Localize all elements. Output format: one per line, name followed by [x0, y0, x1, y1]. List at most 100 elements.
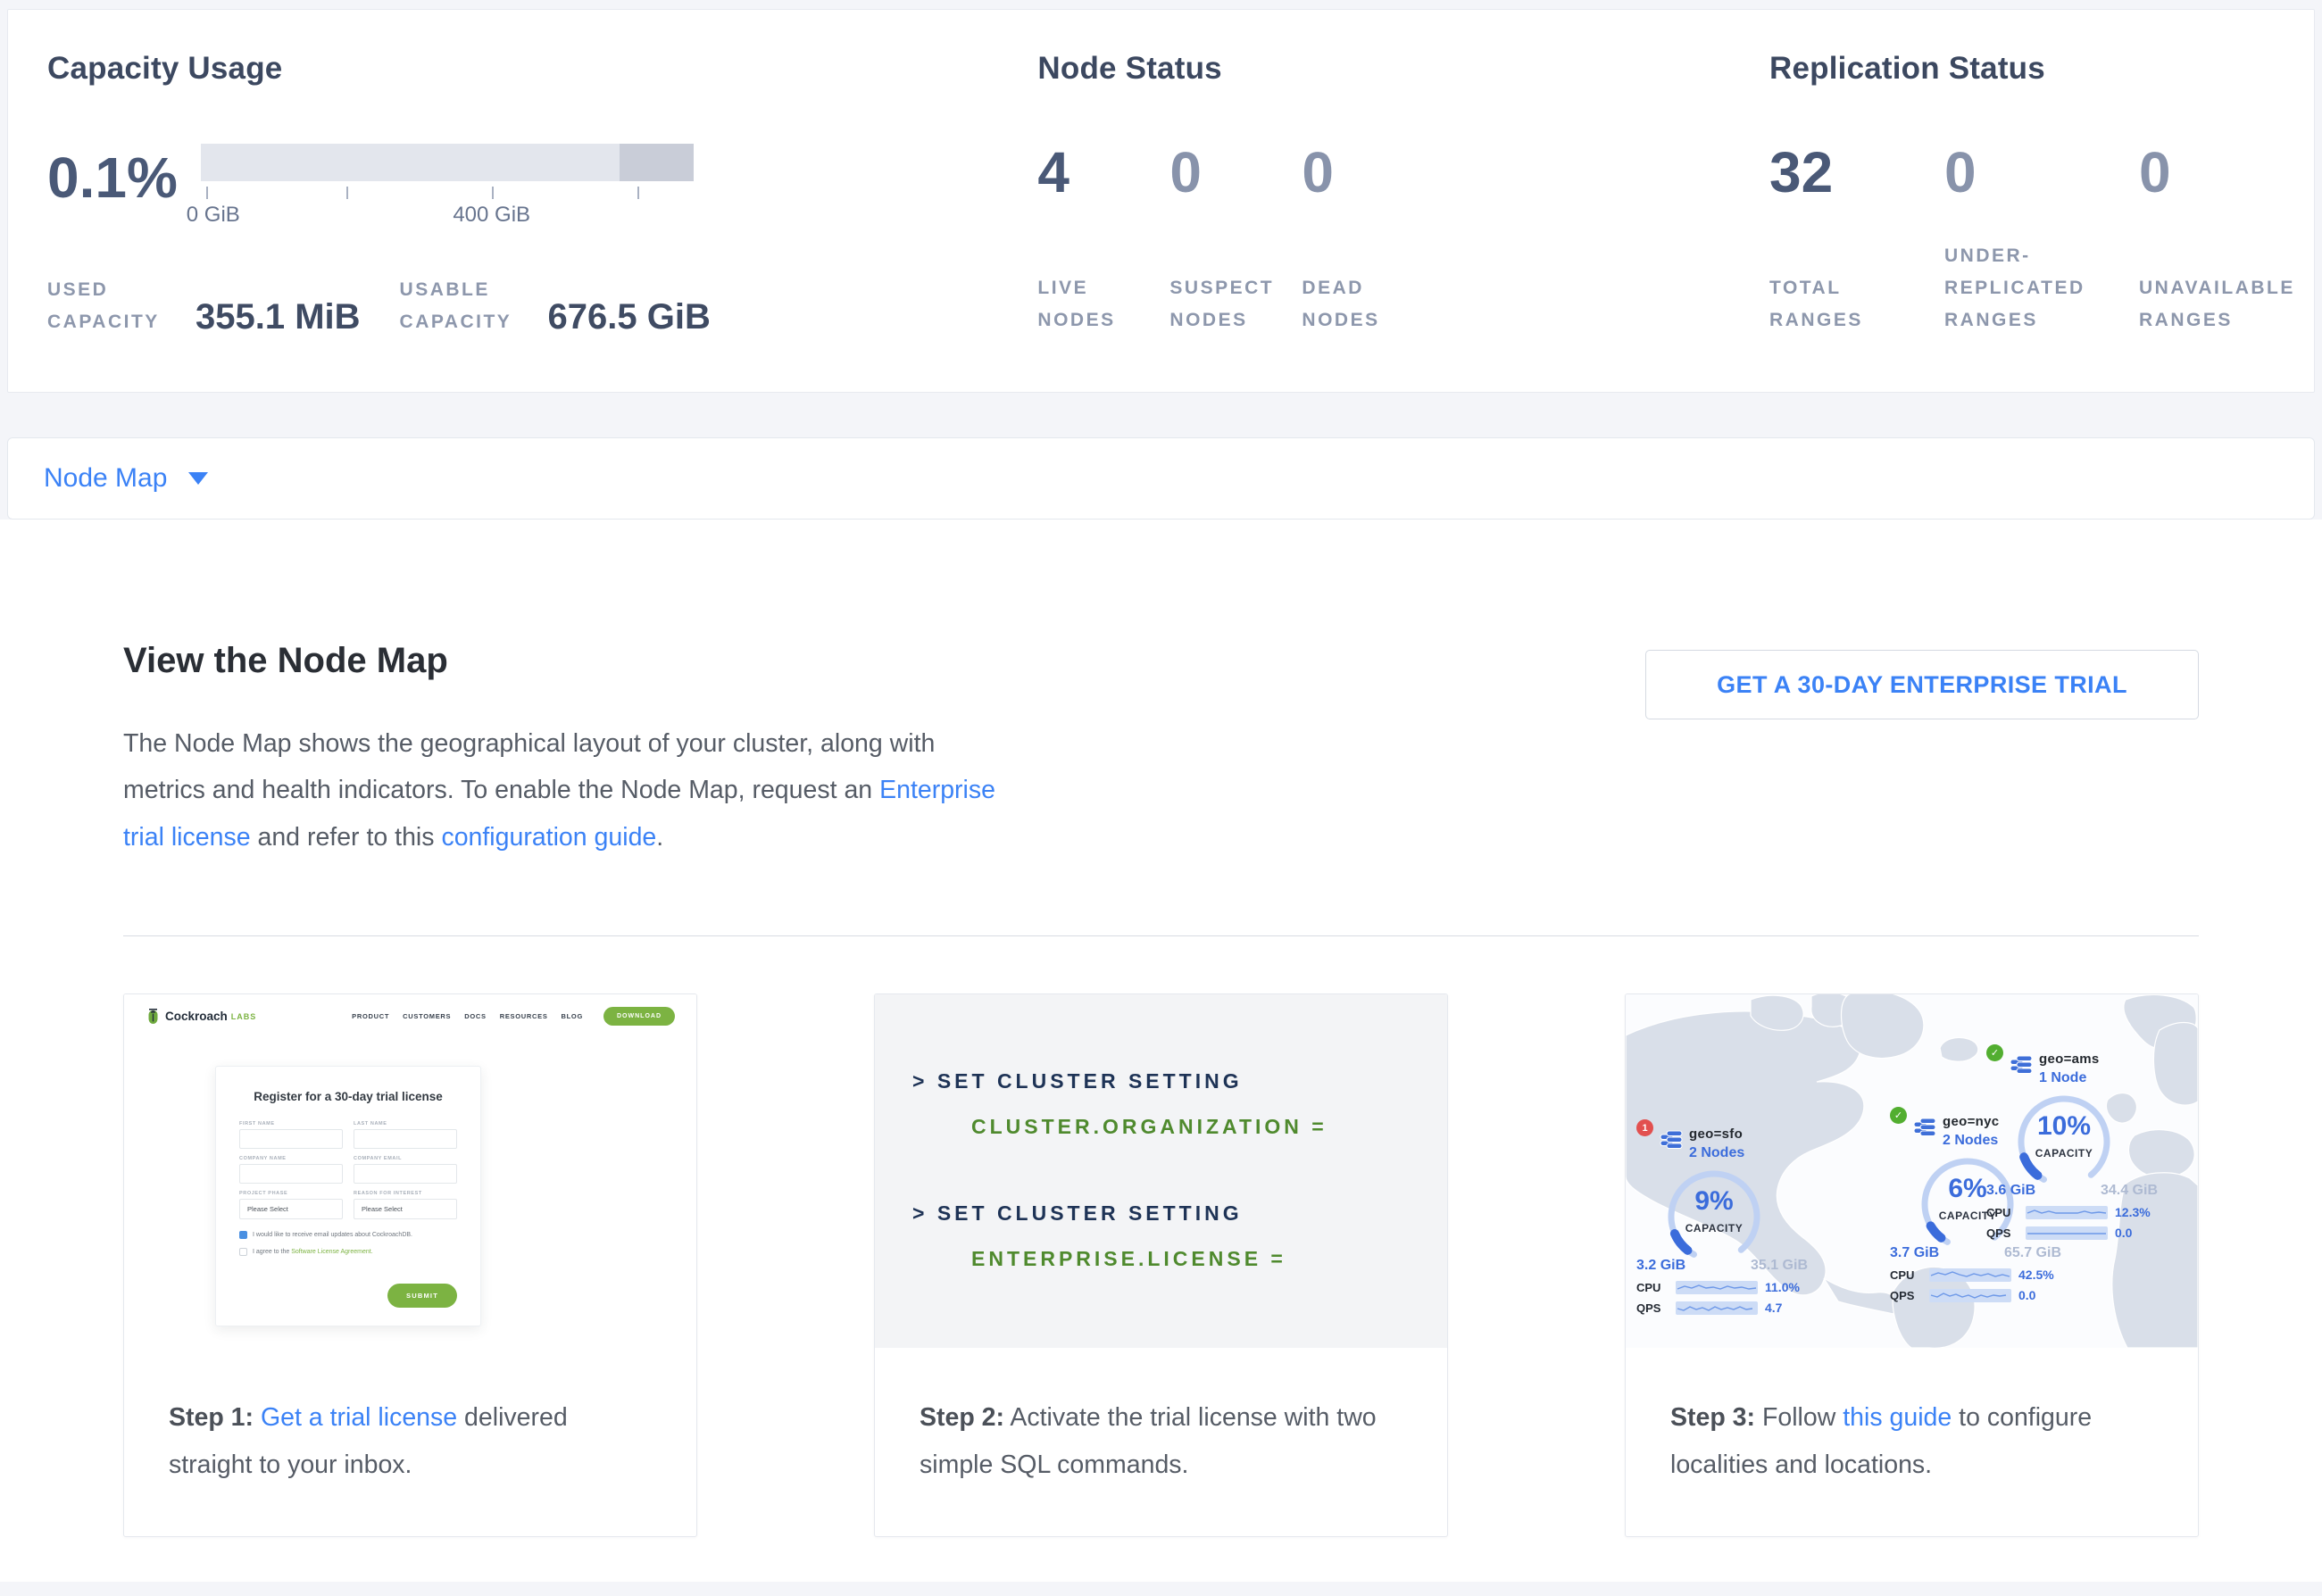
tick-label-400gib: 400 GiB	[453, 203, 530, 228]
total-ranges-value: 32	[1769, 144, 1944, 201]
capacity-bar	[201, 144, 694, 181]
cockroach-bug-icon	[146, 1008, 161, 1025]
project-phase-select: Please Select	[239, 1199, 343, 1219]
step2-caption: Step 2: Activate the trial license with …	[875, 1348, 1447, 1536]
sql-command: > SET CLUSTER SETTING	[912, 1069, 1447, 1093]
step-prefix: Step 3:	[1670, 1403, 1755, 1432]
locality-widget-sfo: 1 geo=sfo 2 Nodes	[1636, 1126, 1815, 1315]
node-map-selector[interactable]: Node Map	[7, 437, 2315, 520]
cpu-label: CPU	[1986, 1206, 2018, 1219]
suspect-nodes-value: 0	[1169, 144, 1302, 201]
last-name-field	[354, 1129, 457, 1149]
reason-for-interest-select: Please Select	[354, 1199, 457, 1219]
cpu-label: CPU	[1636, 1281, 1669, 1294]
step3-card: 1 geo=sfo 2 Nodes	[1625, 993, 2199, 1537]
description-text: The Node Map shows the geographical layo…	[123, 729, 935, 804]
field-label: COMPANY EMAIL	[354, 1156, 457, 1161]
capacity-percent: 9%	[1647, 1186, 1781, 1217]
field-label: PROJECT PHASE	[239, 1191, 343, 1196]
field-label: LAST NAME	[354, 1121, 457, 1126]
description-text: and refer to this	[251, 823, 442, 852]
capacity-percent: 10%	[1997, 1111, 2131, 1142]
configuration-guide-link[interactable]: configuration guide	[441, 823, 656, 852]
cpu-value: 42.5%	[2018, 1268, 2054, 1282]
brand-suffix: LABS	[231, 1012, 257, 1021]
dead-nodes-stat: 0 DEAD NODES	[1302, 144, 1434, 337]
used-capacity-label: USED CAPACITY	[47, 274, 183, 338]
step3-caption: Step 3: Follow this guide to configure l…	[1626, 1348, 2198, 1536]
used-capacity: USED CAPACITY 355.1 MiB	[47, 274, 361, 338]
sql-command: > SET CLUSTER SETTING	[912, 1201, 1447, 1226]
registration-form-screenshot: Cockroach LABS PRODUCT CUSTOMERS DOCS RE…	[124, 994, 696, 1348]
mini-site-nav: PRODUCT CUSTOMERS DOCS RESOURCES BLOG DO…	[352, 1007, 675, 1026]
get-trial-license-link[interactable]: Get a trial license	[261, 1403, 457, 1432]
nav-item: BLOG	[562, 1012, 583, 1020]
unavailable-ranges-value: 0	[2139, 144, 2314, 201]
node-map-preview: 1 geo=sfo 2 Nodes	[1626, 994, 2198, 1348]
node-map-description: The Node Map shows the geographical layo…	[123, 720, 1007, 860]
under-replicated-ranges-value: 0	[1944, 144, 2139, 201]
qps-label: QPS	[1986, 1226, 2018, 1240]
usable-capacity-label: USABLE CAPACITY	[400, 274, 536, 338]
tick-label-0gib: 0 GiB	[187, 203, 240, 228]
nav-item: DOCS	[464, 1012, 486, 1020]
submit-pill-button: SUBMIT	[387, 1284, 457, 1308]
license-agreement-checkbox	[239, 1248, 247, 1256]
cpu-sparkline	[2026, 1206, 2108, 1219]
qps-label: QPS	[1890, 1289, 1922, 1302]
live-nodes-stat: 4 LIVE NODES	[1037, 144, 1169, 337]
node-map-selector-label: Node Map	[44, 463, 167, 494]
qps-sparkline	[1676, 1301, 1758, 1315]
dead-nodes-label: DEAD NODES	[1302, 272, 1418, 337]
email-updates-checkbox	[239, 1231, 247, 1239]
chevron-down-icon	[188, 472, 208, 485]
unavailable-ranges-stat: 0 UNAVAILABLE RANGES	[2139, 144, 2314, 337]
download-pill-button: DOWNLOAD	[603, 1007, 675, 1026]
field-label: REASON FOR INTEREST	[354, 1191, 457, 1196]
locality-name: geo=sfo	[1689, 1126, 1743, 1142]
form-title: Register for a 30-day trial license	[239, 1090, 457, 1103]
usable-capacity: USABLE CAPACITY 676.5 GiB	[400, 274, 711, 338]
this-guide-link[interactable]: this guide	[1843, 1403, 1952, 1432]
usable-capacity-value: 676.5 GiB	[548, 299, 711, 335]
step1-card: Cockroach LABS PRODUCT CUSTOMERS DOCS RE…	[123, 993, 697, 1537]
qps-sparkline	[2026, 1226, 2108, 1240]
qps-value: 4.7	[1765, 1301, 1782, 1315]
get-enterprise-trial-button[interactable]: GET A 30-DAY ENTERPRISE TRIAL	[1645, 650, 2199, 719]
capacity-usage-section: Capacity Usage 0.1% 0 GiB 400 GiB	[47, 51, 1037, 392]
page-title: View the Node Map	[123, 641, 1007, 681]
license-agreement-label: I agree to the Software License Agreemen…	[253, 1249, 373, 1255]
status-ok-icon: ✓	[1890, 1107, 1907, 1124]
trial-registration-form: Register for a 30-day trial license FIRS…	[215, 1066, 481, 1326]
capacity-bar-chart: 0 GiB 400 GiB	[201, 144, 694, 229]
cpu-label: CPU	[1890, 1268, 1922, 1282]
capacity-usage-title: Capacity Usage	[47, 51, 1037, 87]
label-text: I agree to the	[253, 1249, 291, 1255]
sql-setting: CLUSTER.ORGANIZATION =	[971, 1115, 1447, 1139]
cpu-value: 12.3%	[2115, 1205, 2151, 1219]
step2-card: > SET CLUSTER SETTING CLUSTER.ORGANIZATI…	[874, 993, 1448, 1537]
qps-value: 0.0	[2018, 1288, 2035, 1302]
locality-node-count: 2 Nodes	[1689, 1145, 1744, 1161]
used-capacity-value: 355.1 MiB	[196, 299, 361, 335]
axis-tick	[637, 187, 639, 199]
cpu-value: 11.0%	[1765, 1280, 1800, 1294]
capacity-axis	[201, 181, 694, 203]
cockroach-labs-logo	[146, 1008, 161, 1025]
section-divider	[123, 935, 2199, 936]
company-email-field	[354, 1164, 457, 1184]
axis-tick	[346, 187, 348, 199]
under-replicated-ranges-stat: 0 UNDER-REPLICATED RANGES	[1944, 144, 2139, 337]
live-nodes-value: 4	[1037, 144, 1169, 201]
axis-tick	[492, 187, 494, 199]
step-text: Follow	[1755, 1403, 1843, 1432]
node-map-placeholder-content: View the Node Map The Node Map shows the…	[0, 520, 2322, 1582]
capacity-label: CAPACITY	[1997, 1147, 2131, 1160]
field-label: COMPANY NAME	[239, 1156, 343, 1161]
node-status-title: Node Status	[1037, 51, 1769, 87]
cluster-summary-panel: Capacity Usage 0.1% 0 GiB 400 GiB	[7, 9, 2315, 393]
company-name-field	[239, 1164, 343, 1184]
step-prefix: Step 2:	[920, 1403, 1004, 1432]
step-prefix: Step 1:	[169, 1403, 254, 1432]
under-replicated-ranges-label: UNDER-REPLICATED RANGES	[1944, 240, 2103, 337]
